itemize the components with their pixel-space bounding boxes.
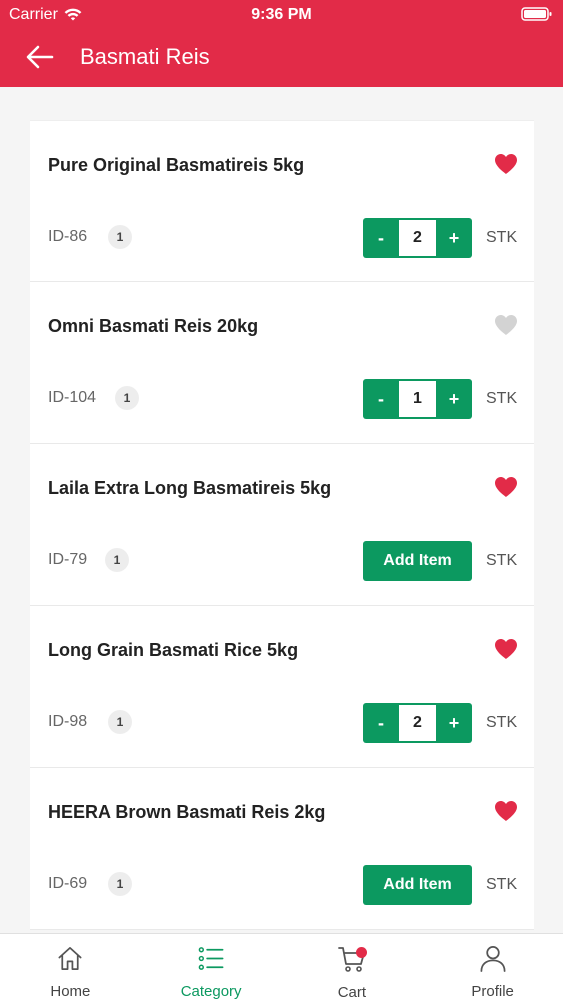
- count-badge: 1: [115, 386, 139, 410]
- status-bar: Carrier 9:36 PM: [0, 0, 563, 30]
- list-icon: [198, 947, 224, 970]
- product-name: Laila Extra Long Basmatireis 5kg: [48, 478, 332, 498]
- tab-label: Cart: [337, 984, 367, 1000]
- product-card: Pure Original Basmatireis 5kg ID-86 1 - …: [30, 120, 534, 282]
- heart-icon[interactable]: [494, 476, 518, 498]
- product-name: HEERA Brown Basmati Reis 2kg: [48, 802, 326, 822]
- product-id: ID-69: [48, 875, 88, 892]
- unit-label: STK: [486, 876, 518, 893]
- cart-icon: [337, 944, 367, 974]
- product-name: Pure Original Basmatireis 5kg: [48, 155, 305, 175]
- unit-label: STK: [486, 229, 518, 246]
- product-id: ID-98: [48, 713, 88, 730]
- page-title: Basmati Reis: [80, 44, 210, 69]
- quantity-stepper: - 1 +: [363, 379, 472, 419]
- tab-label: Home: [50, 983, 91, 1000]
- home-icon: [58, 946, 82, 971]
- app-header: Carrier 9:36 PM Basmati Reis: [0, 0, 563, 87]
- add-item-button[interactable]: Add Item: [363, 541, 472, 581]
- heart-icon[interactable]: [494, 153, 518, 175]
- cart-notification-dot: [355, 947, 367, 958]
- back-arrow-icon[interactable]: [24, 42, 56, 72]
- count-badge: 1: [105, 548, 129, 572]
- heart-icon[interactable]: [494, 314, 518, 336]
- product-list: Pure Original Basmatireis 5kg ID-86 1 - …: [30, 120, 534, 930]
- product-name: Omni Basmati Reis 20kg: [48, 316, 259, 336]
- quantity-value: 2: [399, 220, 436, 256]
- product-id: ID-86: [48, 228, 88, 245]
- unit-label: STK: [486, 714, 518, 731]
- product-card: HEERA Brown Basmati Reis 2kg ID-69 1 Add…: [30, 768, 534, 930]
- quantity-stepper: - 2 +: [363, 218, 472, 258]
- increment-button[interactable]: +: [436, 218, 472, 258]
- tab-label: Category: [180, 983, 242, 1000]
- heart-icon[interactable]: [494, 638, 518, 660]
- product-name: Long Grain Basmati Rice 5kg: [48, 640, 299, 660]
- heart-icon[interactable]: [494, 800, 518, 822]
- bottom-tab-bar: Home Category Cart Profile: [0, 933, 563, 1000]
- product-card: Laila Extra Long Basmatireis 5kg ID-79 1…: [30, 444, 534, 606]
- tab-cart[interactable]: Cart: [282, 934, 423, 1000]
- count-badge: 1: [108, 710, 132, 734]
- add-item-button[interactable]: Add Item: [363, 865, 472, 905]
- quantity-value: 2: [399, 705, 436, 741]
- tab-profile[interactable]: Profile: [422, 934, 563, 1000]
- unit-label: STK: [486, 390, 518, 407]
- product-id: ID-104: [48, 389, 97, 406]
- tab-label: Profile: [471, 983, 514, 1000]
- tab-home[interactable]: Home: [0, 934, 141, 1000]
- count-badge: 1: [108, 872, 132, 896]
- decrement-button[interactable]: -: [363, 703, 399, 743]
- decrement-button[interactable]: -: [363, 218, 399, 258]
- product-card: Omni Basmati Reis 20kg ID-104 1 - 1 + ST…: [30, 282, 534, 444]
- tab-category[interactable]: Category: [141, 934, 282, 1000]
- battery-icon: [521, 6, 553, 27]
- quantity-stepper: - 2 +: [363, 703, 472, 743]
- unit-label: STK: [486, 552, 518, 569]
- increment-button[interactable]: +: [436, 379, 472, 419]
- decrement-button[interactable]: -: [363, 379, 399, 419]
- status-time: 9:36 PM: [251, 6, 312, 23]
- product-id: ID-79: [48, 551, 88, 568]
- quantity-value: 1: [399, 381, 436, 417]
- product-card: Long Grain Basmati Rice 5kg ID-98 1 - 2 …: [30, 606, 534, 768]
- increment-button[interactable]: +: [436, 703, 472, 743]
- count-badge: 1: [108, 225, 132, 249]
- person-icon: [480, 946, 506, 972]
